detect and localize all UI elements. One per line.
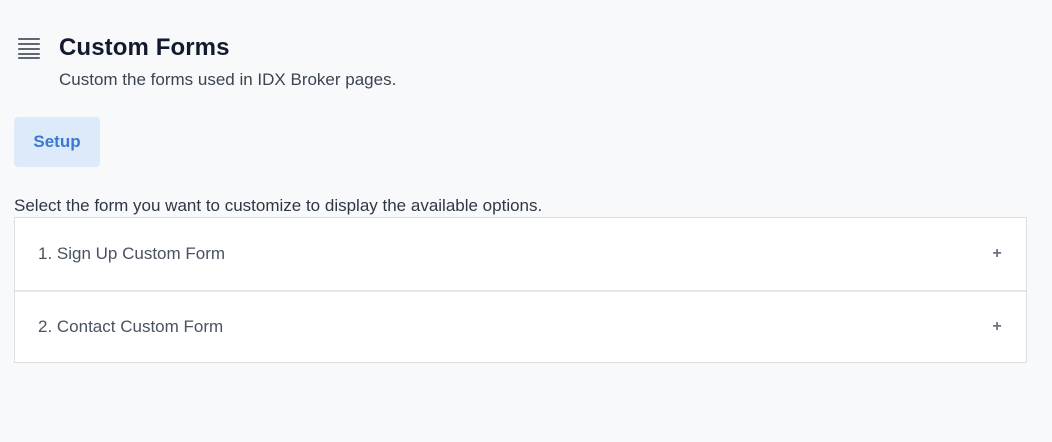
accordion-item-contact-form[interactable]: 2. Contact Custom Form +: [15, 290, 1026, 362]
page-subtitle: Custom the forms used in IDX Broker page…: [59, 70, 397, 89]
page-header: Custom Forms Custom the forms used in ID…: [16, 34, 396, 90]
header-text: Custom Forms Custom the forms used in ID…: [59, 34, 396, 90]
tab-setup[interactable]: Setup: [14, 117, 100, 167]
accordion-item-label: 2. Contact Custom Form: [38, 317, 224, 336]
plus-icon[interactable]: +: [990, 318, 1004, 335]
accordion-item-label: 1. Sign Up Custom Form: [38, 244, 226, 263]
forms-accordion: 1. Sign Up Custom Form + 2. Contact Cust…: [14, 217, 1027, 363]
list-icon: [16, 36, 42, 60]
page-title: Custom Forms: [59, 34, 230, 61]
accordion-item-sign-up-form[interactable]: 1. Sign Up Custom Form +: [15, 218, 1026, 290]
plus-icon[interactable]: +: [990, 245, 1004, 262]
instructions-text: Select the form you want to customize to…: [14, 196, 543, 215]
custom-forms-page: Custom Forms Custom the forms used in ID…: [0, 0, 1052, 442]
